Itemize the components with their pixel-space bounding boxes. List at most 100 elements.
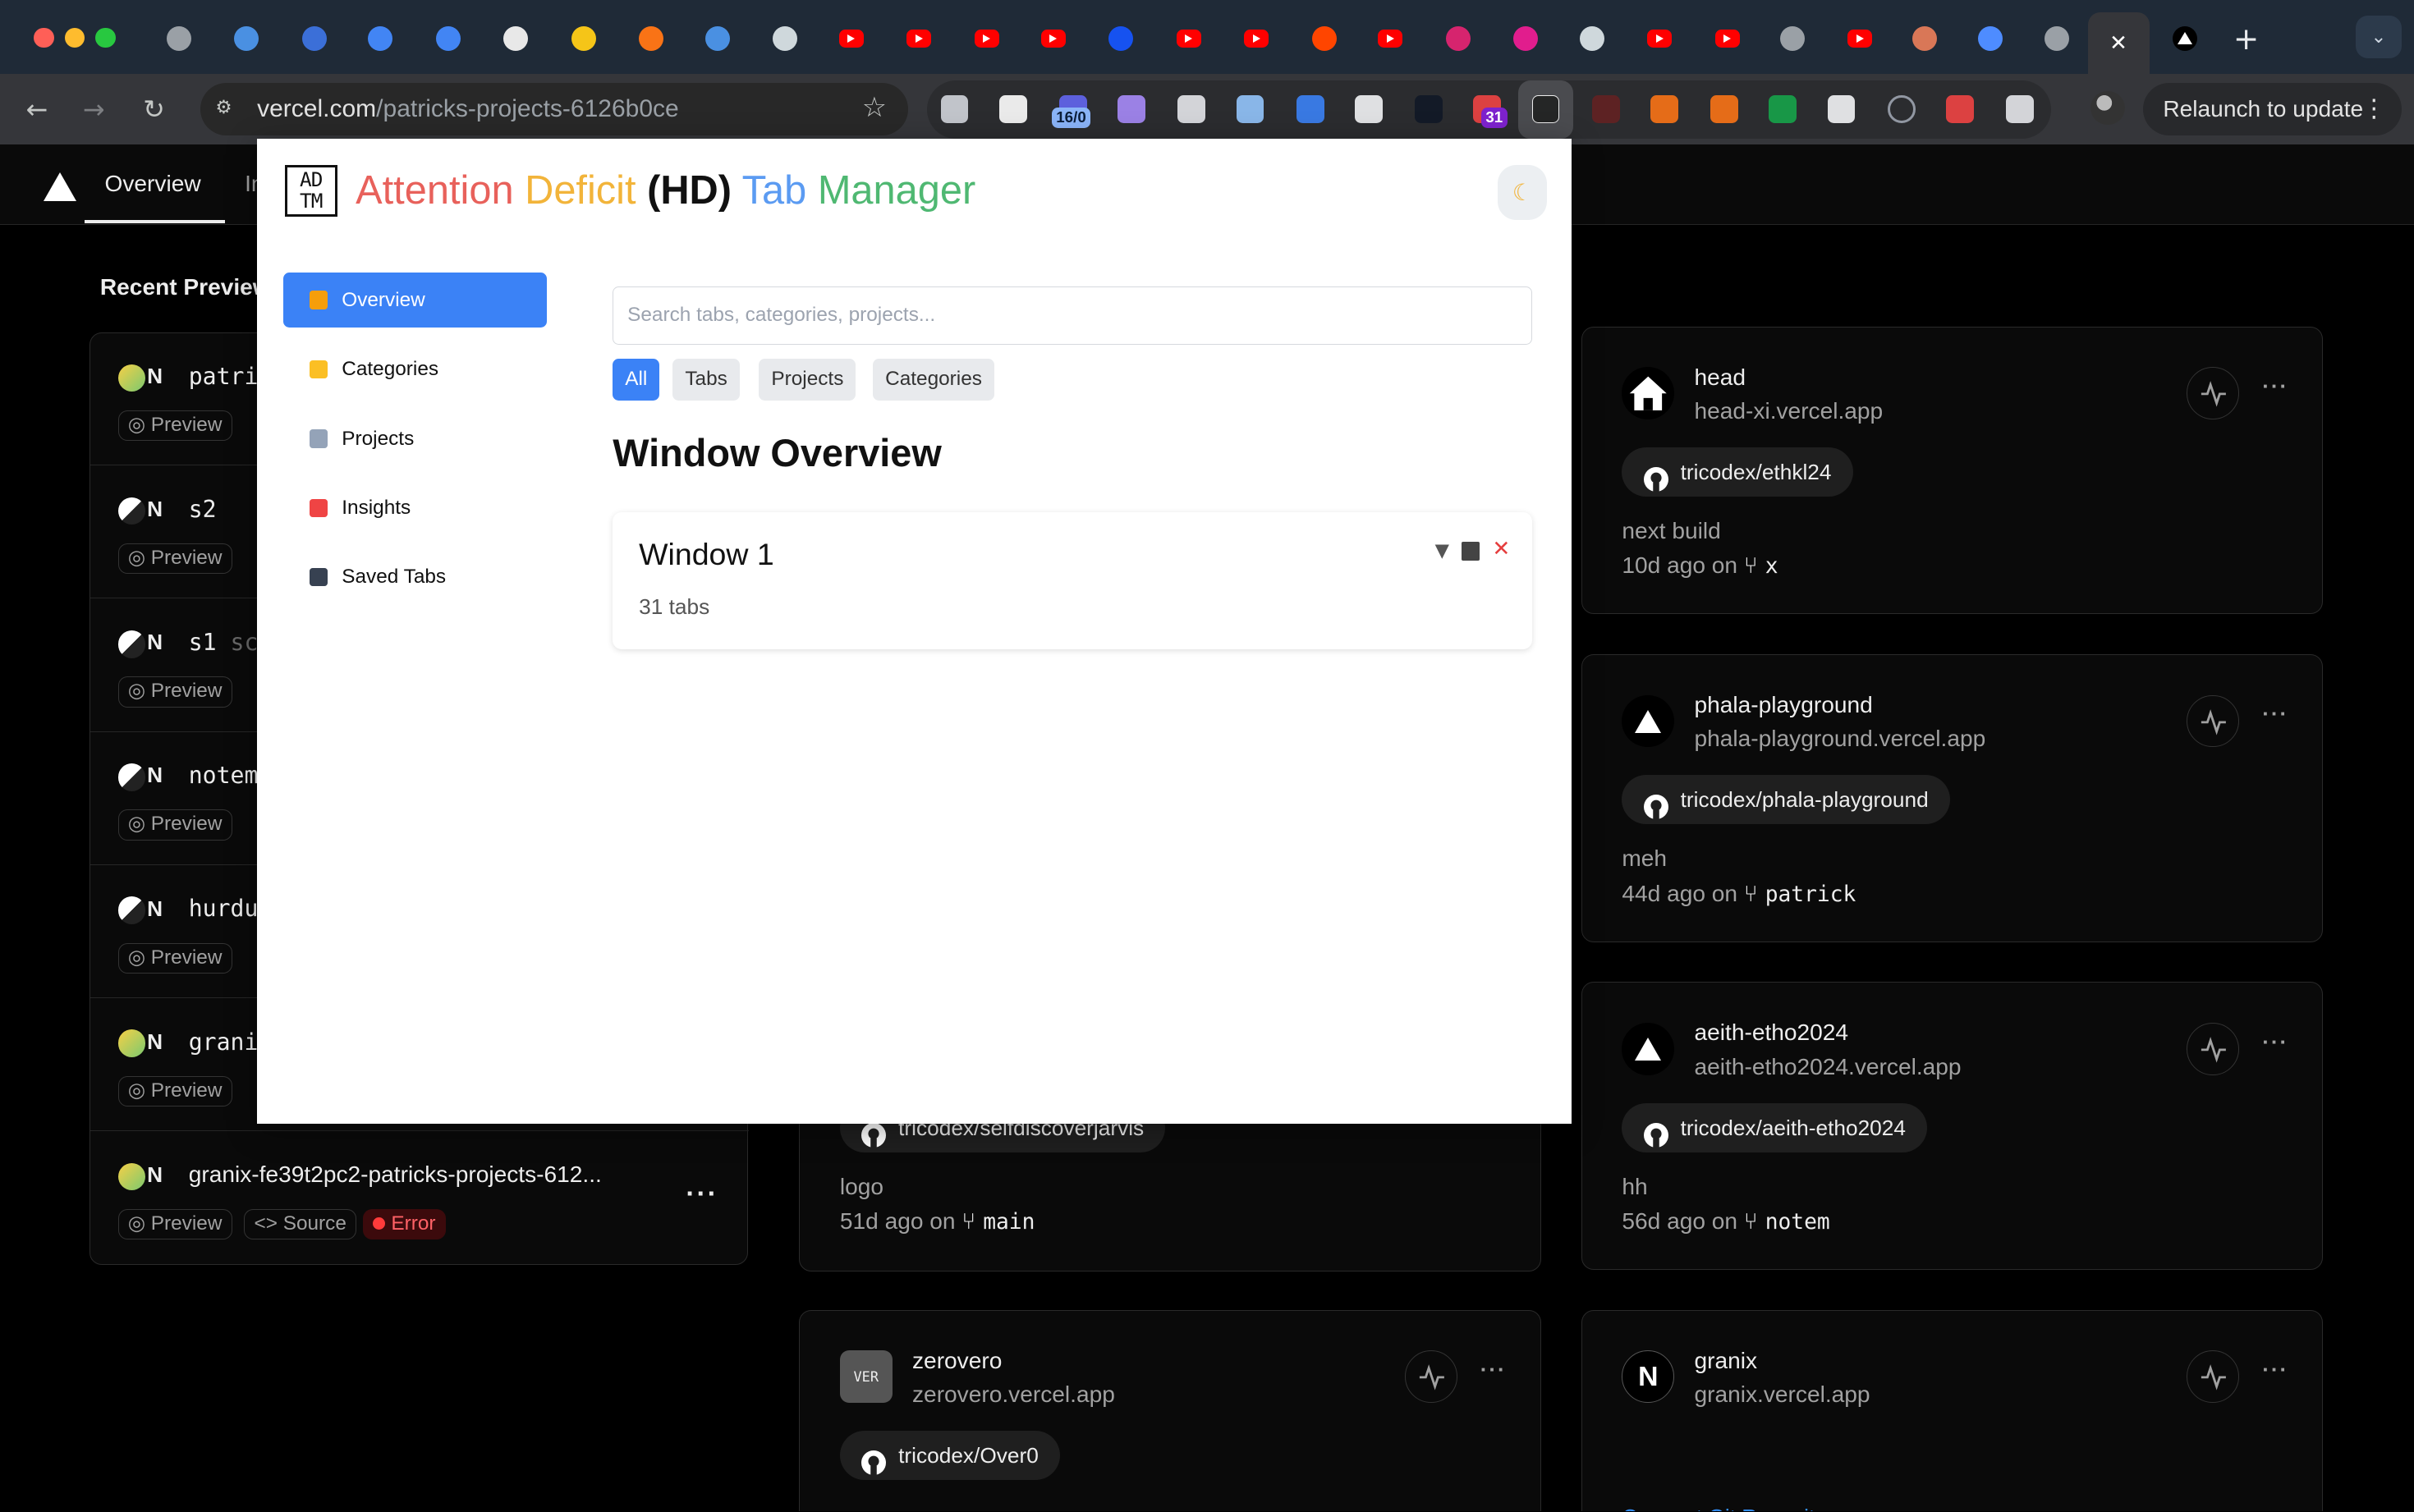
browser-tab[interactable] bbox=[1026, 19, 1081, 59]
repo-pill[interactable]: tricodex/aeith-etho2024 bbox=[1622, 1102, 1928, 1152]
browser-tab[interactable] bbox=[623, 19, 679, 59]
metamask-icon[interactable] bbox=[1710, 95, 1738, 123]
preview-pill[interactable]: ◎ Preview bbox=[117, 543, 232, 575]
browser-tab[interactable] bbox=[1296, 19, 1352, 59]
browser-tab[interactable] bbox=[151, 19, 207, 59]
project-card[interactable]: phala-playground phala-playground.vercel.… bbox=[1581, 653, 2324, 942]
more-options-icon[interactable]: ··· bbox=[2262, 1029, 2288, 1055]
kanban-icon[interactable] bbox=[1236, 95, 1264, 123]
browser-tab[interactable] bbox=[1161, 19, 1217, 59]
browser-tab[interactable] bbox=[556, 19, 612, 59]
arc-icon[interactable] bbox=[1118, 95, 1145, 123]
browser-tab[interactable] bbox=[758, 19, 814, 59]
browser-tab[interactable] bbox=[1362, 19, 1418, 59]
close-window-button[interactable] bbox=[34, 27, 54, 48]
project-card[interactable]: aeith-etho2024 aeith-etho2024.vercel.app ·… bbox=[1581, 982, 2324, 1270]
nav-overview[interactable]: Overview bbox=[105, 171, 201, 197]
back-button[interactable]: ← bbox=[17, 89, 57, 130]
preview-pill[interactable]: ◎ Preview bbox=[117, 410, 232, 442]
sidebar-item-projects[interactable]: Projects bbox=[283, 411, 547, 467]
filter-all[interactable]: All bbox=[613, 358, 660, 401]
preview-pill[interactable]: ◎ Preview bbox=[117, 942, 232, 974]
search-input[interactable]: Search tabs, categories, projects... bbox=[613, 286, 1532, 345]
menu-icon[interactable]: ⋮ bbox=[2361, 83, 2386, 135]
browser-tab[interactable] bbox=[1430, 19, 1486, 59]
project-url[interactable]: aeith-etho2024.vercel.app bbox=[1695, 1054, 1962, 1080]
project-name[interactable]: phala-playground bbox=[1695, 692, 1873, 718]
maximize-window-button[interactable] bbox=[95, 27, 116, 48]
notion-icon[interactable] bbox=[998, 95, 1027, 123]
browser-tab[interactable] bbox=[488, 19, 544, 59]
sidebar-item-insights[interactable]: Insights bbox=[283, 480, 547, 536]
activity-icon[interactable] bbox=[1404, 1350, 1457, 1404]
preview-row[interactable]: Ngranix-fe39t2pc2-patricks-projects-612.… bbox=[90, 1132, 750, 1264]
browser-tab[interactable] bbox=[287, 19, 342, 59]
browser-tab[interactable] bbox=[1700, 19, 1755, 59]
filter-categories[interactable]: Categories bbox=[873, 358, 994, 401]
project-name[interactable]: granix bbox=[1695, 1348, 1758, 1374]
relaunch-button[interactable]: Relaunch to update ⋮ bbox=[2143, 83, 2402, 135]
activity-icon[interactable] bbox=[2187, 1350, 2240, 1404]
preview-pill[interactable]: ◎ Preview bbox=[117, 676, 232, 708]
browser-tab[interactable] bbox=[1093, 19, 1149, 59]
activity-icon[interactable] bbox=[2187, 694, 2240, 748]
project-card[interactable]: Ngranix granix.vercel.app ··· Connect Git R… bbox=[1581, 1309, 2324, 1512]
project-card[interactable]: VER zerovero zerovero.vercel.app ··· tricode… bbox=[799, 1309, 1541, 1512]
more-options-icon[interactable]: ··· bbox=[1480, 1357, 1507, 1382]
download-icon[interactable] bbox=[1769, 95, 1797, 123]
project-url[interactable]: head-xi.vercel.app bbox=[1695, 398, 1884, 424]
browser-tab[interactable] bbox=[1963, 19, 2019, 59]
dark-ext-icon[interactable] bbox=[1591, 95, 1620, 123]
repo-pill[interactable]: tricodex/Over0 bbox=[839, 1430, 1061, 1480]
tab-search-button[interactable]: ⌄ bbox=[2355, 15, 2402, 59]
preview-name[interactable]: s1 sc bbox=[189, 629, 259, 656]
sidebar-item-overview[interactable]: Overview bbox=[283, 272, 547, 328]
collapse-icon[interactable]: ▼ bbox=[1435, 540, 1449, 561]
vercel-logo-icon[interactable] bbox=[43, 172, 76, 201]
sidebar-item-saved-tabs[interactable]: Saved Tabs bbox=[283, 549, 547, 605]
save-icon[interactable] bbox=[1461, 542, 1480, 561]
address-bar[interactable]: ⚙ vercel.com/patricks-projects-6126b0ce … bbox=[200, 83, 909, 135]
repo-pill[interactable]: tricodex/ethkl24 bbox=[1622, 447, 1853, 497]
project-url[interactable]: granix.vercel.app bbox=[1695, 1381, 1870, 1408]
adtm-icon[interactable] bbox=[1531, 95, 1560, 123]
browser-tab[interactable] bbox=[1765, 19, 1820, 59]
close-window-icon[interactable]: ✕ bbox=[1492, 538, 1510, 561]
browser-tab[interactable] bbox=[218, 19, 274, 59]
preview-name[interactable]: s2 bbox=[189, 496, 217, 523]
more-options-icon[interactable]: ··· bbox=[686, 1178, 718, 1210]
browser-tab[interactable] bbox=[1832, 19, 1888, 59]
new-tab-button[interactable]: + bbox=[2226, 19, 2266, 59]
url-text[interactable]: vercel.com/patricks-projects-6126b0ce bbox=[257, 95, 679, 123]
browser-tab[interactable] bbox=[1564, 19, 1620, 59]
reload-button[interactable]: ↻ bbox=[134, 89, 174, 130]
bookmark-star-icon[interactable]: ☆ bbox=[862, 91, 887, 123]
pip-icon[interactable] bbox=[1355, 95, 1383, 123]
browser-tab[interactable]: ✕ bbox=[2087, 12, 2150, 74]
minimize-window-button[interactable] bbox=[64, 27, 85, 48]
sidebar-item-categories[interactable]: Categories bbox=[283, 341, 547, 397]
browser-tab[interactable] bbox=[824, 19, 879, 59]
browser-tab[interactable] bbox=[2157, 19, 2213, 59]
filter-tabs[interactable]: Tabs bbox=[672, 358, 740, 401]
activity-icon[interactable] bbox=[2187, 367, 2240, 419]
preview-name[interactable]: granix-fe39t2pc2-patricks-projects-612..… bbox=[189, 1161, 602, 1188]
record-icon[interactable] bbox=[1946, 95, 1974, 123]
preview-pill[interactable]: ◎ Preview bbox=[117, 1208, 232, 1240]
forward-button[interactable]: → bbox=[74, 89, 114, 130]
browser-tab[interactable] bbox=[1228, 19, 1284, 59]
preview-name[interactable]: notem bbox=[189, 762, 259, 789]
browser-tab[interactable] bbox=[690, 19, 746, 59]
browser-tab[interactable] bbox=[1498, 19, 1553, 59]
rainbow-icon[interactable] bbox=[1177, 95, 1206, 123]
browser-tab[interactable] bbox=[892, 19, 948, 59]
swap-icon[interactable] bbox=[1650, 95, 1678, 123]
castle-icon[interactable] bbox=[940, 95, 969, 123]
project-name[interactable]: head bbox=[1695, 364, 1746, 391]
theme-toggle-button[interactable]: ☾ bbox=[1498, 164, 1548, 221]
more-options-icon[interactable]: ··· bbox=[2262, 373, 2288, 399]
project-name[interactable]: aeith-etho2024 bbox=[1695, 1019, 1849, 1046]
connect-git-link[interactable]: Connect Git Repository bbox=[1622, 1505, 1844, 1511]
project-url[interactable]: zerovero.vercel.app bbox=[912, 1381, 1115, 1408]
browser-tab[interactable] bbox=[959, 19, 1015, 59]
